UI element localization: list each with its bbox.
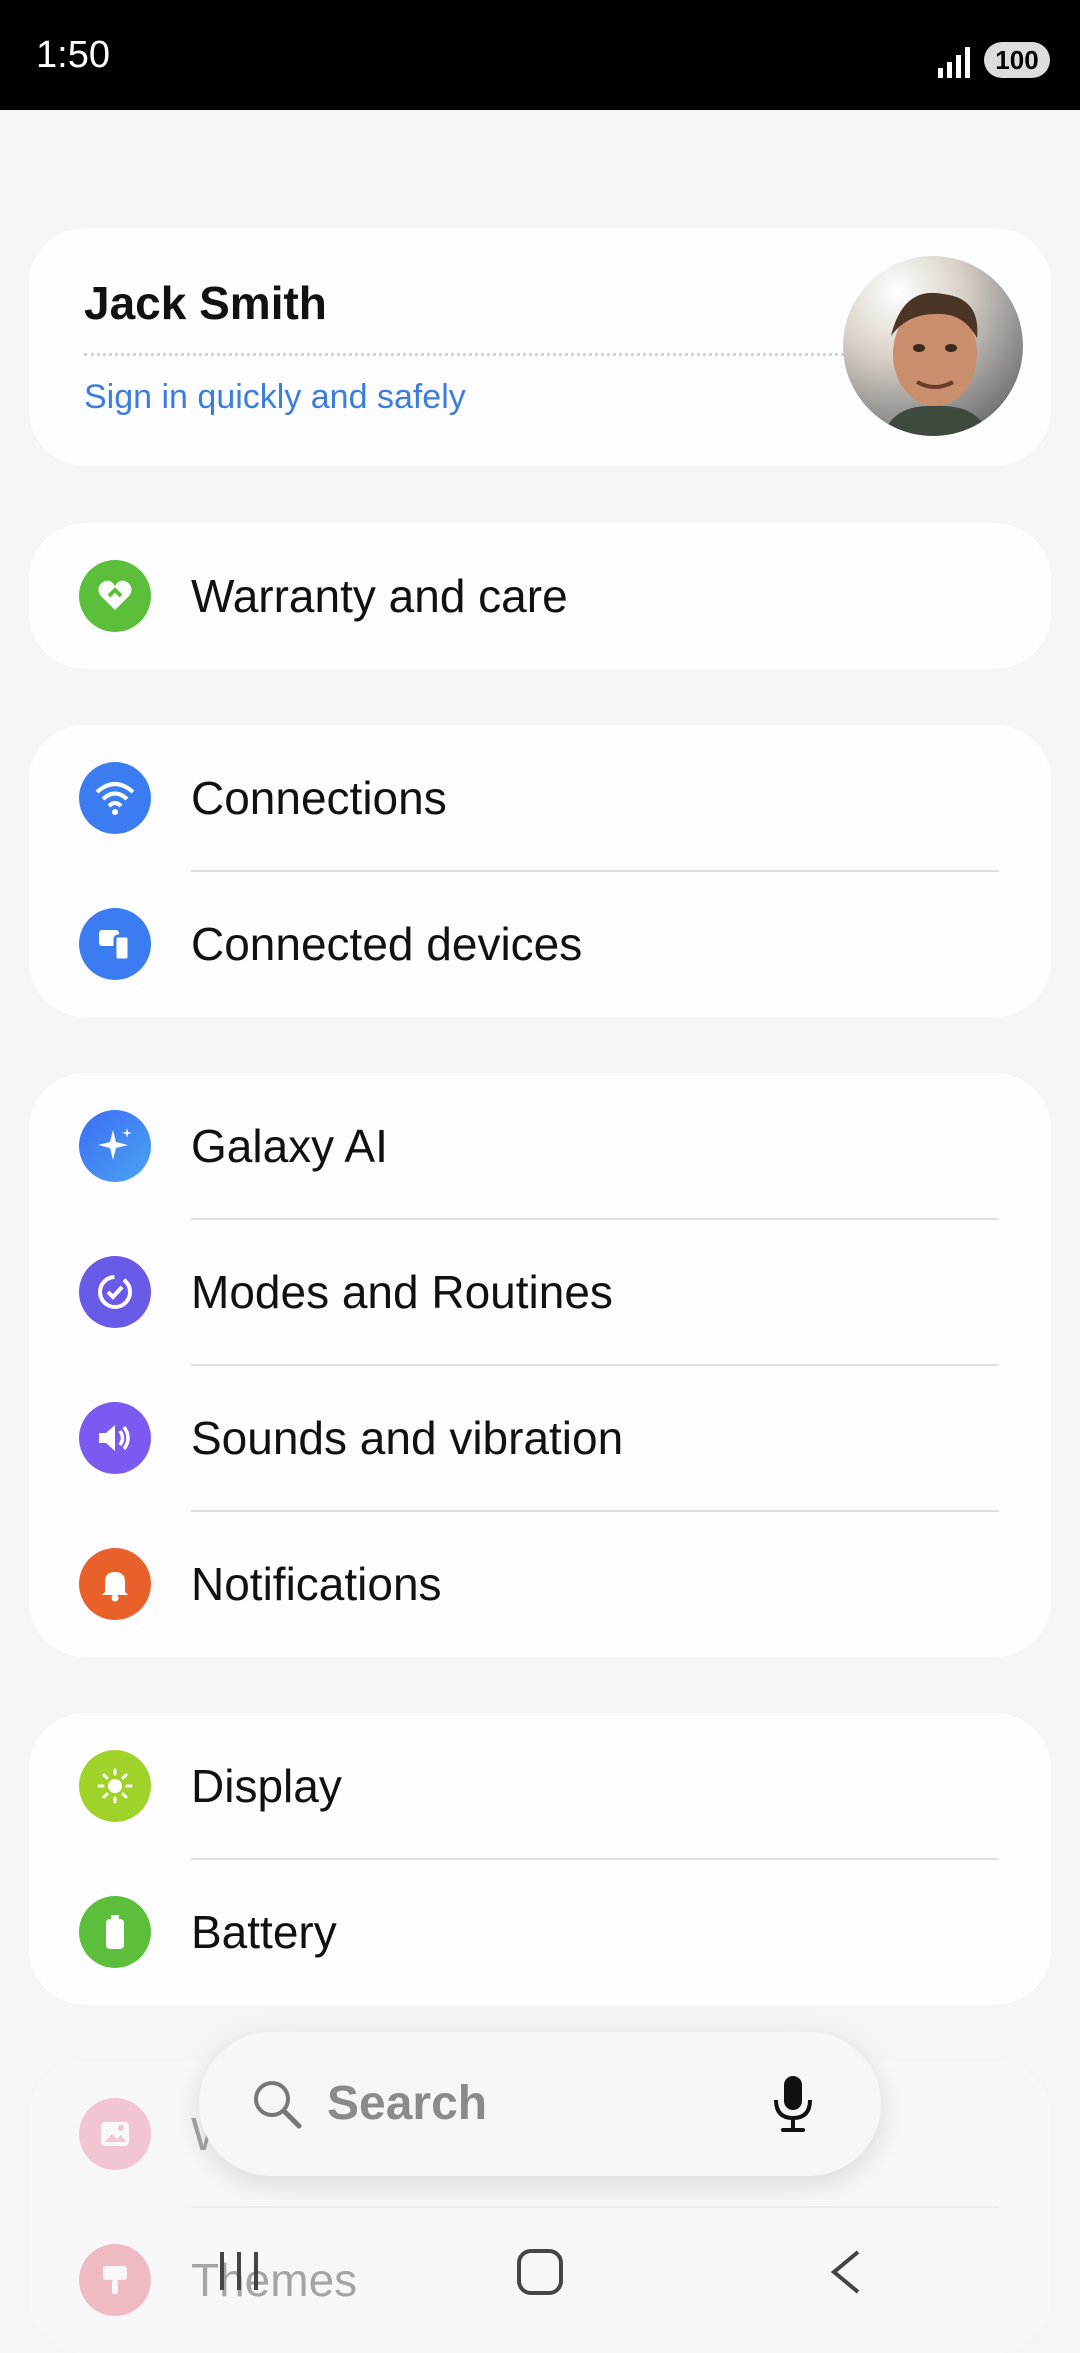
recent-apps-icon[interactable] bbox=[216, 2248, 262, 2294]
settings-item-connections[interactable]: Connections bbox=[29, 725, 1051, 871]
sparkle-icon bbox=[79, 1110, 151, 1182]
settings-group-connections: Connections Connected devices bbox=[29, 725, 1051, 1017]
battery-indicator: 100 bbox=[984, 42, 1050, 78]
avatar[interactable] bbox=[843, 256, 1023, 436]
signal-icon bbox=[938, 47, 970, 78]
image-icon bbox=[79, 2098, 151, 2170]
settings-item-label: Display bbox=[191, 1760, 342, 1812]
status-bar: 1:50 100 bbox=[0, 0, 1080, 110]
heart-icon bbox=[79, 560, 151, 632]
account-card[interactable]: Jack Smith Sign in quickly and safely bbox=[29, 228, 1051, 466]
settings-group-features: Galaxy AI Modes and Routines Sounds and … bbox=[29, 1073, 1051, 1657]
account-name: Jack Smith bbox=[84, 277, 327, 329]
microphone-icon[interactable] bbox=[769, 2074, 817, 2134]
settings-item-battery[interactable]: Battery bbox=[29, 1859, 1051, 2005]
settings-item-warranty[interactable]: Warranty and care bbox=[29, 523, 1051, 669]
settings-item-label: Connections bbox=[191, 772, 447, 824]
search-bar[interactable]: Search bbox=[199, 2032, 881, 2176]
settings-item-display[interactable]: Display bbox=[29, 1713, 1051, 1859]
sun-icon bbox=[79, 1750, 151, 1822]
search-placeholder: Search bbox=[327, 2077, 488, 2130]
settings-item-notifications[interactable]: Notifications bbox=[29, 1511, 1051, 1657]
settings-item-label: Modes and Routines bbox=[191, 1266, 613, 1318]
settings-item-label: Battery bbox=[191, 1906, 337, 1958]
back-icon[interactable] bbox=[826, 2248, 866, 2296]
settings-item-label: Connected devices bbox=[191, 918, 583, 970]
search-icon bbox=[254, 2081, 302, 2129]
bell-icon bbox=[79, 1548, 151, 1620]
settings-item-label: Warranty and care bbox=[191, 570, 568, 622]
settings-item-galaxy-ai[interactable]: Galaxy AI bbox=[29, 1073, 1051, 1219]
settings-item-label: Notifications bbox=[191, 1558, 442, 1610]
settings-item-label: Galaxy AI bbox=[191, 1120, 388, 1172]
check-circle-icon bbox=[79, 1256, 151, 1328]
battery-icon bbox=[79, 1896, 151, 1968]
settings-group-display: Display Battery bbox=[29, 1713, 1051, 2005]
settings-item-label: Sounds and vibration bbox=[191, 1412, 624, 1464]
account-subtitle[interactable]: Sign in quickly and safely bbox=[84, 378, 466, 417]
wifi-icon bbox=[79, 762, 151, 834]
status-time: 1:50 bbox=[36, 34, 110, 76]
settings-item-connected-devices[interactable]: Connected devices bbox=[29, 871, 1051, 1017]
devices-icon bbox=[79, 908, 151, 980]
dotted-divider bbox=[84, 353, 844, 356]
settings-item-sounds[interactable]: Sounds and vibration bbox=[29, 1365, 1051, 1511]
settings-item-modes-routines[interactable]: Modes and Routines bbox=[29, 1219, 1051, 1365]
settings-group-warranty: Warranty and care bbox=[29, 523, 1051, 669]
navigation-bar bbox=[0, 2220, 1080, 2340]
home-icon[interactable] bbox=[516, 2248, 564, 2296]
speaker-icon bbox=[79, 1402, 151, 1474]
